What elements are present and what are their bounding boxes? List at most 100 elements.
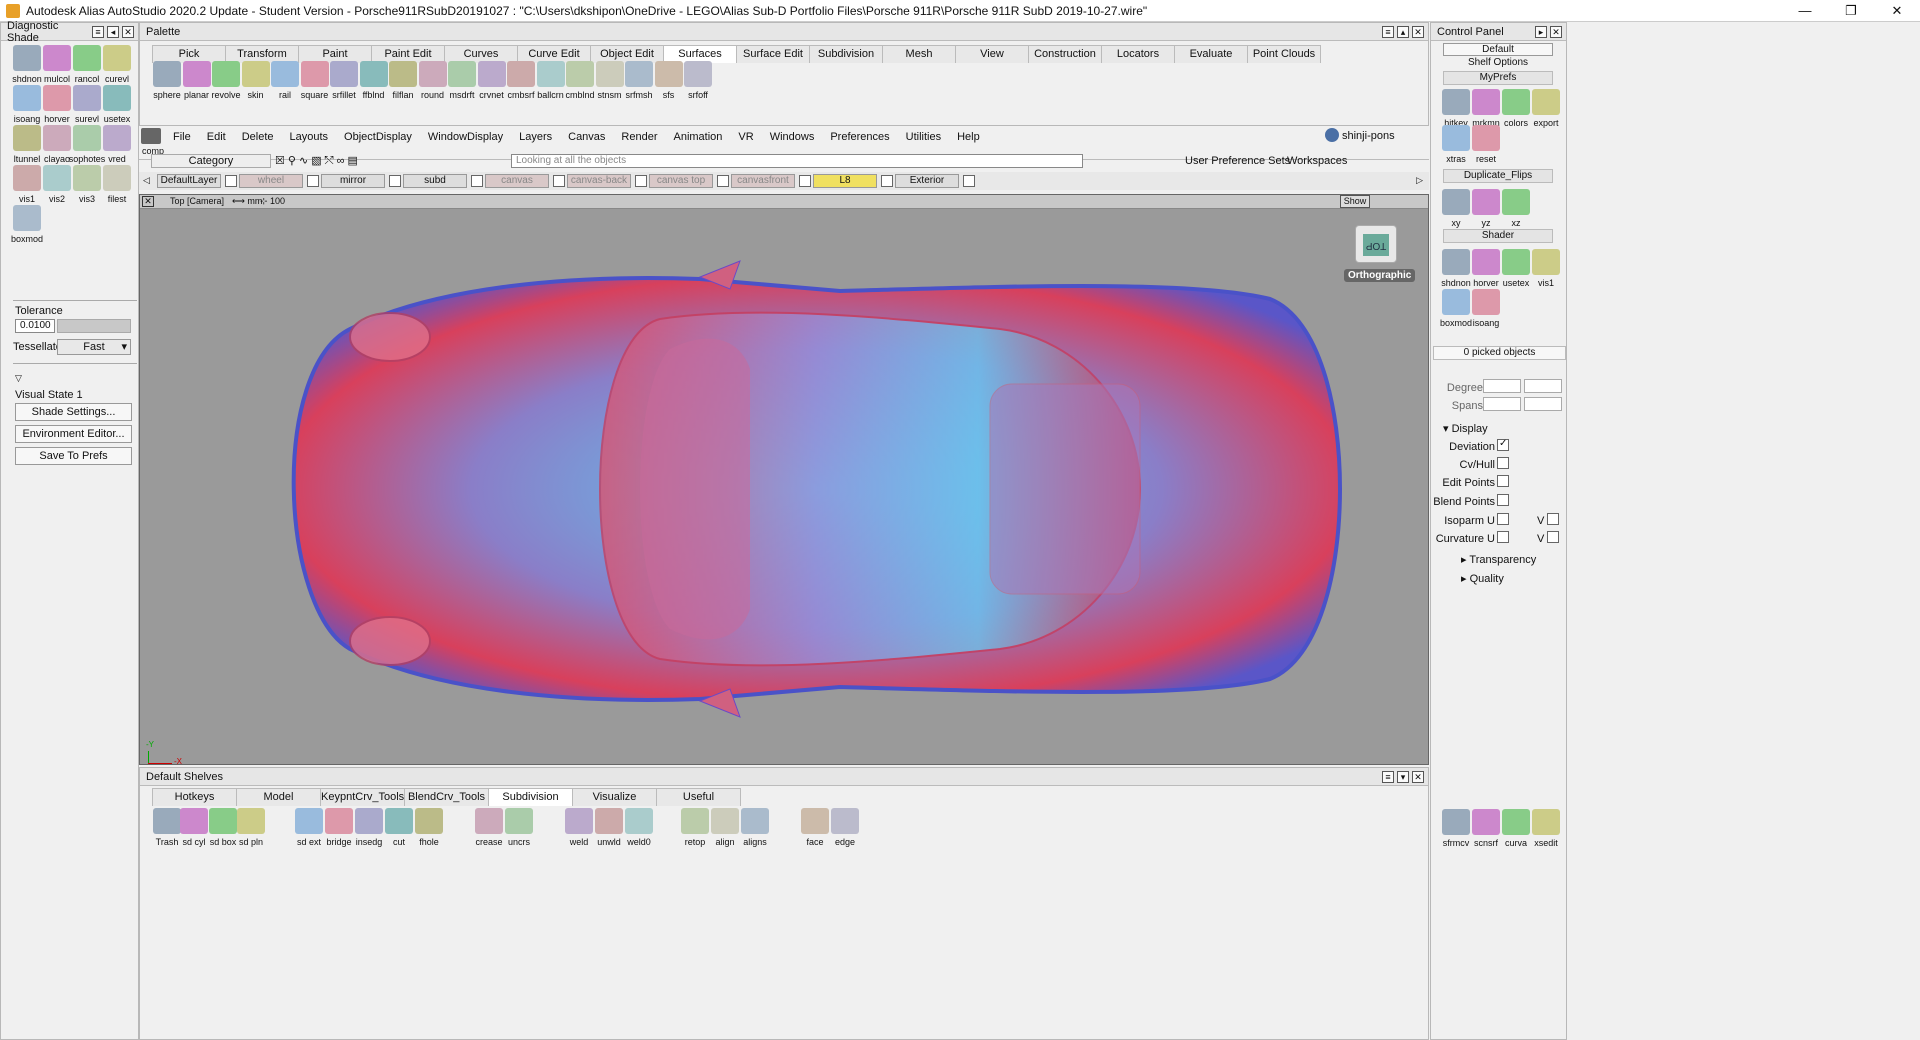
workspaces[interactable]: Workspaces bbox=[1287, 155, 1347, 167]
save-to-prefs-button[interactable]: Save To Prefs bbox=[15, 447, 132, 465]
tool-curevl[interactable]: curevl bbox=[98, 45, 136, 84]
user-name[interactable]: shinji-pons bbox=[1342, 130, 1395, 142]
curvature-u-checkbox[interactable] bbox=[1497, 531, 1509, 543]
menu-layers[interactable]: Layers bbox=[511, 128, 560, 146]
tool-xsedit[interactable]: xsedit bbox=[1527, 809, 1565, 848]
tab-surface-edit[interactable]: Surface Edit bbox=[736, 45, 810, 63]
layer-defaultlayer[interactable]: DefaultLayer bbox=[157, 174, 221, 188]
degree-input-v[interactable] bbox=[1524, 379, 1562, 393]
layer-visibility-checkbox[interactable] bbox=[963, 175, 975, 187]
close-icon[interactable]: ✕ bbox=[1412, 25, 1424, 38]
tool-srfoff[interactable]: srfoff bbox=[679, 61, 717, 100]
tool-boxmod[interactable]: boxmod bbox=[8, 205, 46, 244]
layer-canvas[interactable]: canvas bbox=[485, 174, 549, 188]
tab-locators[interactable]: Locators bbox=[1101, 45, 1175, 63]
layer-subd[interactable]: subd bbox=[403, 174, 467, 188]
tool-usetex[interactable]: usetex bbox=[98, 85, 136, 124]
tool-uncrs[interactable]: uncrs bbox=[500, 808, 538, 847]
user-preference-sets[interactable]: User Preference Sets bbox=[1185, 155, 1290, 167]
tool-export[interactable]: export bbox=[1527, 89, 1565, 128]
tool-aligns[interactable]: aligns bbox=[736, 808, 774, 847]
layer-visibility-checkbox[interactable] bbox=[635, 175, 647, 187]
cvhull-checkbox[interactable] bbox=[1497, 457, 1509, 469]
display-section[interactable]: ▾ Display bbox=[1443, 422, 1488, 435]
degree-input[interactable] bbox=[1483, 379, 1521, 393]
layer-l8[interactable]: L8 bbox=[813, 174, 877, 188]
close-icon[interactable]: ✕ bbox=[122, 25, 134, 38]
close-icon[interactable]: ✕ bbox=[142, 196, 154, 207]
layer-mirror[interactable]: mirror bbox=[321, 174, 385, 188]
layer-canvas-top[interactable]: canvas top bbox=[649, 174, 713, 188]
menu-icon[interactable]: ≡ bbox=[92, 25, 104, 38]
tab-point-clouds[interactable]: Point Clouds bbox=[1247, 45, 1321, 63]
tab-model[interactable]: Model bbox=[236, 788, 321, 806]
layer-visibility-checkbox[interactable] bbox=[799, 175, 811, 187]
edit-points-checkbox[interactable] bbox=[1497, 475, 1509, 487]
tool-weld0[interactable]: weld0 bbox=[620, 808, 658, 847]
shelf-options[interactable]: Shelf Options bbox=[1443, 57, 1553, 68]
curvature-v-checkbox[interactable] bbox=[1547, 531, 1559, 543]
layer-canvasfront[interactable]: canvasfront bbox=[731, 174, 795, 188]
isoparm-u-checkbox[interactable] bbox=[1497, 513, 1509, 525]
quality-section[interactable]: ▸ Quality bbox=[1461, 572, 1504, 585]
menu-preferences[interactable]: Preferences bbox=[822, 128, 897, 146]
spans-input[interactable] bbox=[1483, 397, 1521, 411]
layer-visibility-checkbox[interactable] bbox=[471, 175, 483, 187]
duplicate-flips-tab[interactable]: Duplicate_Flips bbox=[1443, 169, 1553, 183]
deviation-checkbox[interactable]: ✓ bbox=[1497, 438, 1509, 451]
tab-keypntcrv-tools[interactable]: KeypntCrv_Tools bbox=[320, 788, 405, 806]
layer-wheel[interactable]: wheel bbox=[239, 174, 303, 188]
tool-reset[interactable]: reset bbox=[1467, 125, 1505, 164]
tab-view[interactable]: View bbox=[955, 45, 1029, 63]
collapse-icon[interactable]: ◂ bbox=[107, 25, 119, 38]
menu-edit[interactable]: Edit bbox=[199, 128, 234, 146]
transparency-section[interactable]: ▸ Transparency bbox=[1461, 553, 1536, 566]
environment-editor-button[interactable]: Environment Editor... bbox=[15, 425, 132, 443]
tool-filest[interactable]: filest bbox=[98, 165, 136, 204]
layer-visibility-checkbox[interactable] bbox=[717, 175, 729, 187]
tab-useful[interactable]: Useful bbox=[656, 788, 741, 806]
down-icon[interactable]: ▾ bbox=[1397, 770, 1409, 783]
tool-sd-pln[interactable]: sd pln bbox=[232, 808, 270, 847]
minimize-button[interactable]: — bbox=[1782, 0, 1828, 22]
menu-icon[interactable]: ≡ bbox=[1382, 770, 1394, 783]
tool-fhole[interactable]: fhole bbox=[410, 808, 448, 847]
modeling-viewport[interactable]: ✕ Top [Camera] ⟷ mm ⊹ 100 Show TOP Ortho… bbox=[139, 194, 1429, 765]
tool-xz[interactable]: xz bbox=[1497, 189, 1535, 228]
layer-visibility-checkbox[interactable] bbox=[389, 175, 401, 187]
view-cube[interactable]: TOP bbox=[1355, 225, 1397, 263]
spans-input-v[interactable] bbox=[1524, 397, 1562, 411]
layer-exterior[interactable]: Exterior bbox=[895, 174, 959, 188]
menu-layouts[interactable]: Layouts bbox=[282, 128, 337, 146]
menu-windowdisplay[interactable]: WindowDisplay bbox=[420, 128, 511, 146]
close-icon[interactable]: ✕ bbox=[1412, 770, 1424, 783]
toolbar-icons[interactable]: ☒ ⚲ ∿ ▧ ⤲ ∞ ▤ bbox=[275, 154, 358, 168]
tab-hotkeys[interactable]: Hotkeys bbox=[152, 788, 237, 806]
isoparm-v-checkbox[interactable] bbox=[1547, 513, 1559, 525]
layer-visibility-checkbox[interactable] bbox=[553, 175, 565, 187]
close-icon[interactable]: ✕ bbox=[1550, 25, 1562, 38]
layer-visibility-checkbox[interactable] bbox=[307, 175, 319, 187]
layer-visibility-checkbox[interactable] bbox=[225, 175, 237, 187]
tab-mesh[interactable]: Mesh bbox=[882, 45, 956, 63]
menu-animation[interactable]: Animation bbox=[666, 128, 731, 146]
blend-points-checkbox[interactable] bbox=[1497, 494, 1509, 506]
layer-visibility-checkbox[interactable] bbox=[881, 175, 893, 187]
tool-vis1[interactable]: vis1 bbox=[1527, 249, 1565, 288]
comp-icon[interactable] bbox=[141, 128, 161, 144]
tool-isoang[interactable]: isoang bbox=[1467, 289, 1505, 328]
menu-windows[interactable]: Windows bbox=[762, 128, 823, 146]
menu-vr[interactable]: VR bbox=[730, 128, 761, 146]
menu-file[interactable]: File bbox=[165, 128, 199, 146]
tab-evaluate[interactable]: Evaluate bbox=[1174, 45, 1248, 63]
shader-tab[interactable]: Shader bbox=[1443, 229, 1553, 243]
menu-objectdisplay[interactable]: ObjectDisplay bbox=[336, 128, 420, 146]
menu-render[interactable]: Render bbox=[613, 128, 665, 146]
menu-canvas[interactable]: Canvas bbox=[560, 128, 613, 146]
tool-edge[interactable]: edge bbox=[826, 808, 864, 847]
collapse-arrow-icon[interactable]: ▽ bbox=[15, 373, 22, 384]
menu-utilities[interactable]: Utilities bbox=[898, 128, 949, 146]
tolerance-slider[interactable] bbox=[57, 319, 131, 333]
tab-subdivision[interactable]: Subdivision bbox=[809, 45, 883, 63]
close-button[interactable]: ✕ bbox=[1874, 0, 1920, 22]
